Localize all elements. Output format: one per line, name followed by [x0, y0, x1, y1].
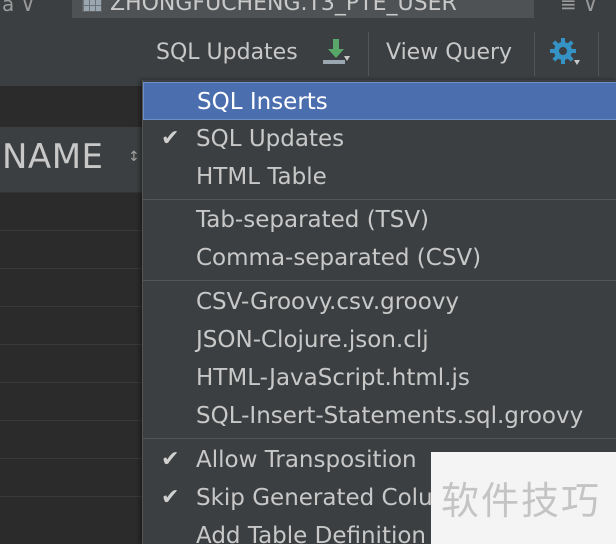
- check-icon: ✔: [161, 126, 180, 151]
- menu-item-label: SQL Inserts: [197, 89, 328, 115]
- column-header-row: NAME ↕: [0, 127, 148, 193]
- toolbar-separator: [598, 32, 599, 76]
- grid-row-divider: [0, 344, 148, 345]
- menu-item-label: CSV-Groovy.csv.groovy: [196, 289, 460, 315]
- menu-item-sql-inserts[interactable]: SQL Inserts: [143, 82, 616, 120]
- menu-item-csv[interactable]: Comma-separated (CSV): [143, 239, 616, 277]
- tab-overflow[interactable]: ≡ ∨: [560, 0, 616, 18]
- grid-row-divider: [0, 458, 148, 459]
- menu-item-html-javascript[interactable]: HTML-JavaScript.html.js: [143, 359, 616, 397]
- check-icon: ✔: [161, 447, 180, 472]
- editor-tab-strip: a ∨ ZHONGFUCHENG.T3_PTE_USER ≡ ∨: [0, 0, 616, 18]
- toolbar-separator: [534, 32, 535, 76]
- grid-row-divider: [0, 496, 148, 497]
- menu-item-label: Comma-separated (CSV): [196, 245, 482, 271]
- export-format-label[interactable]: SQL Updates: [156, 40, 298, 65]
- menu-item-label: Tab-separated (TSV): [196, 207, 430, 233]
- grid-row-divider: [0, 230, 148, 231]
- grid-row-divider: [0, 268, 148, 269]
- menu-separator: [143, 199, 616, 200]
- grid-row-divider: [0, 382, 148, 383]
- menu-item-sql-updates[interactable]: ✔ SQL Updates: [143, 120, 616, 158]
- tab-active-table[interactable]: ZHONGFUCHENG.T3_PTE_USER: [72, 0, 534, 18]
- menu-item-json-clojure[interactable]: JSON-Clojure.json.clj: [143, 321, 616, 359]
- menu-item-label: JSON-Clojure.json.clj: [196, 327, 429, 353]
- menu-item-label: HTML Table: [196, 164, 327, 190]
- menu-item-label: Allow Transposition: [196, 447, 417, 473]
- table-icon: [82, 0, 102, 12]
- menu-item-label: Add Table Definition: [196, 523, 426, 544]
- view-query-button[interactable]: View Query: [386, 40, 512, 65]
- tab-previous[interactable]: a ∨: [0, 0, 60, 18]
- toolbar-separator: [368, 32, 369, 76]
- result-toolbar: SQL Updates View Query: [0, 18, 616, 87]
- menu-item-label: SQL-Insert-Statements.sql.groovy: [196, 403, 584, 429]
- menu-item-label: HTML-JavaScript.html.js: [196, 365, 470, 391]
- column-header-name[interactable]: NAME: [2, 137, 104, 177]
- menu-item-tsv[interactable]: Tab-separated (TSV): [143, 201, 616, 239]
- menu-item-label: SQL Updates: [196, 126, 345, 152]
- menu-item-html-table[interactable]: HTML Table: [143, 158, 616, 196]
- menu-item-sql-insert-statements[interactable]: SQL-Insert-Statements.sql.groovy: [143, 397, 616, 435]
- tab-active-label: ZHONGFUCHENG.T3_PTE_USER: [110, 0, 457, 16]
- gear-icon[interactable]: [548, 36, 584, 74]
- watermark: 软件技巧: [431, 452, 616, 544]
- menu-separator: [143, 280, 616, 281]
- grid-row-divider: [0, 420, 148, 421]
- grid-row-divider: [0, 306, 148, 307]
- menu-separator: [143, 438, 616, 439]
- sort-icon[interactable]: ↕: [128, 149, 140, 165]
- export-download-icon[interactable]: [320, 36, 352, 72]
- menu-item-csv-groovy[interactable]: CSV-Groovy.csv.groovy: [143, 283, 616, 321]
- watermark-text: 软件技巧: [441, 479, 602, 523]
- check-icon: ✔: [161, 485, 180, 510]
